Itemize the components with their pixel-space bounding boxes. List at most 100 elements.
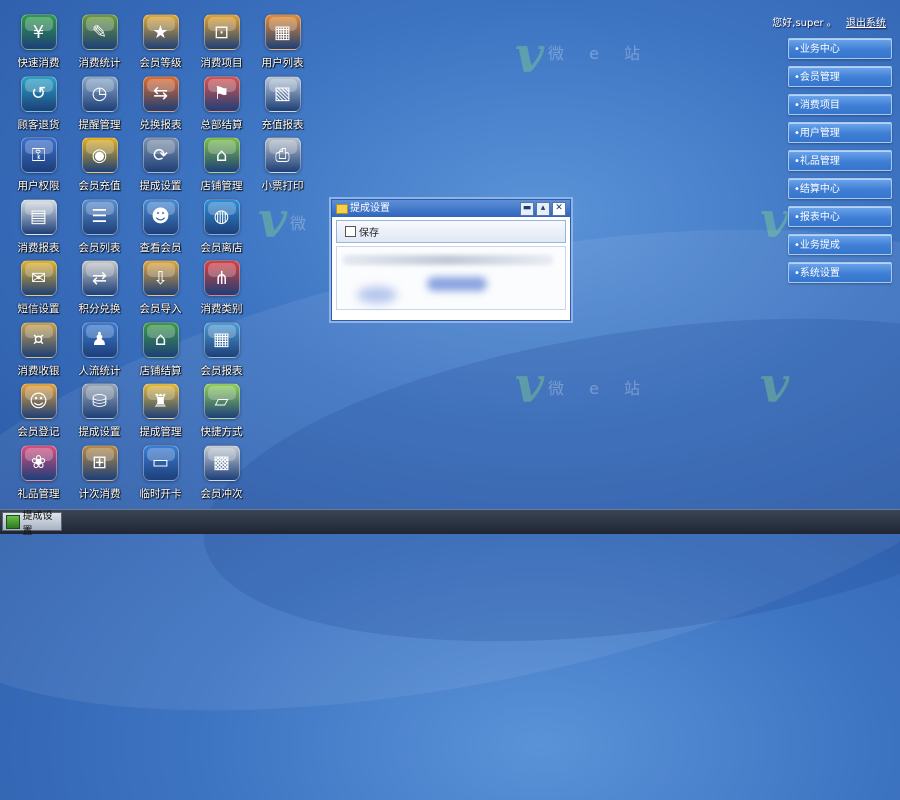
desktop-shortcut[interactable]: ☻ 查看会员 [130, 198, 191, 261]
desktop-shortcut[interactable]: ⚑ 总部结算 [191, 75, 252, 138]
desktop-shortcut[interactable]: ▦ 用户列表 [252, 14, 313, 76]
desktop-shortcut[interactable]: ☺ 会员登记 [8, 383, 69, 445]
save-button[interactable]: 保存 [337, 224, 379, 239]
desktop-shortcut[interactable]: ⟳ 提成设置 [130, 137, 191, 199]
desktop-shortcut[interactable]: ⚿ 用户权限 [8, 137, 69, 199]
desktop-shortcut[interactable]: ▭ 临时开卡 [130, 444, 191, 507]
desktop-shortcut[interactable]: ⎙ 小票打印 [252, 137, 313, 199]
desktop-shortcut[interactable]: ◍ 会员离店 [191, 198, 252, 261]
user-bar: 您好,super 。 退出系统 [772, 14, 886, 29]
dialog-content [336, 246, 566, 310]
user-commission-icon: ♜ [142, 383, 179, 419]
database-refresh-icon: ⟳ [142, 137, 179, 173]
menu-button[interactable]: •报表中心 [788, 206, 892, 227]
desktop-shortcut-label: 提成管理 [139, 426, 182, 438]
minimize-button[interactable]: ▬ [520, 202, 534, 216]
cash-register-icon: ¥ [20, 14, 57, 50]
desktop-shortcut-label: 会员导入 [139, 303, 182, 315]
desktop-shortcut-label: 用户权限 [17, 180, 60, 192]
close-button[interactable]: ✕ [552, 202, 566, 216]
desktop-shortcut[interactable]: ⊞ 计次消费 [69, 444, 130, 507]
member-level-icon: ★ [142, 14, 179, 50]
printer-icon: ⎙ [264, 137, 301, 173]
view-member-icon: ☻ [142, 198, 179, 235]
desktop-shortcut[interactable]: ⇆ 兑换报表 [130, 75, 191, 138]
desktop-shortcut[interactable]: ▦ 会员报表 [191, 321, 252, 384]
watermark-logo: v [760, 355, 790, 414]
desktop-shortcut-label: 消费报表 [17, 241, 60, 254]
desktop-shortcut-label: 会员等级 [139, 57, 182, 69]
count-consume-icon: ⊞ [81, 444, 118, 481]
menu-button[interactable]: •结算中心 [788, 178, 892, 199]
folder-shortcut-icon: ▱ [203, 383, 240, 419]
desktop-shortcut-label: 会员充值 [78, 180, 121, 192]
desktop-shortcut-label: 快速消费 [17, 57, 60, 69]
watermark-logo: v [515, 355, 545, 414]
watermark-logo: v [760, 190, 790, 249]
desktop-shortcut[interactable]: ◷ 提醒管理 [69, 75, 130, 138]
menu-button[interactable]: •业务中心 [788, 38, 892, 59]
desktop-shortcut[interactable]: ◉ 会员充值 [69, 137, 130, 199]
obscured-content [343, 255, 553, 265]
desktop-shortcut[interactable]: ▱ 快捷方式 [191, 383, 252, 445]
folder-icon [336, 204, 348, 214]
desktop-shortcut[interactable]: ⛁ 提成设置 [69, 383, 130, 445]
save-icon [345, 226, 356, 237]
menu-button[interactable]: •消费项目 [788, 94, 892, 115]
user-lock-icon: ⚿ [20, 137, 57, 173]
desktop-shortcut[interactable]: ⇄ 积分兑换 [69, 260, 130, 322]
window-icon [6, 514, 20, 529]
desktop-shortcut[interactable]: ♜ 提成管理 [130, 383, 191, 445]
desktop-shortcut[interactable]: ☰ 会员列表 [69, 198, 130, 261]
cashier-icon: ¤ [20, 321, 57, 358]
recharge-report-icon: ▧ [264, 75, 301, 112]
desktop-shortcut[interactable]: ¥ 快速消费 [8, 14, 69, 76]
desktop-shortcut-label: 计次消费 [78, 487, 121, 500]
menu-button[interactable]: •用户管理 [788, 122, 892, 143]
desktop-shortcut[interactable]: ⌂ 店铺结算 [130, 321, 191, 384]
desktop-shortcut-label: 提成设置 [78, 426, 121, 438]
desktop-shortcut-label: 提醒管理 [78, 118, 121, 131]
desktop-shortcut-label: 用户列表 [261, 57, 304, 69]
menu-button[interactable]: •会员管理 [788, 66, 892, 87]
restore-button[interactable]: ▴ [536, 202, 550, 216]
desktop-shortcut[interactable]: ★ 会员等级 [130, 14, 191, 76]
desktop-shortcut[interactable]: ✎ 消费统计 [69, 14, 130, 76]
desktop-shortcut[interactable]: ⋔ 消费类别 [191, 260, 252, 322]
menu-button[interactable]: •礼品管理 [788, 150, 892, 171]
desktop-shortcut[interactable]: ✉ 短信设置 [8, 260, 69, 322]
people-group-icon: ♟ [81, 321, 118, 358]
network-tree-icon: ⋔ [203, 260, 240, 296]
shop-settle-icon: ⌂ [142, 321, 179, 358]
desktop-shortcut[interactable]: ⌂ 店铺管理 [191, 137, 252, 199]
dialog-titlebar[interactable]: 提成设置 ▬ ▴ ✕ [332, 200, 570, 217]
member-list-icon: ☰ [81, 198, 118, 235]
dialog-title: 提成设置 [350, 203, 390, 214]
desktop-shortcut-label: 会员离店 [200, 241, 243, 254]
report-chart-icon: ▤ [20, 198, 57, 235]
obscured-content [427, 277, 487, 291]
desktop-shortcut[interactable]: ▩ 会员冲次 [191, 444, 252, 507]
desktop-shortcut-label: 消费统计 [78, 57, 121, 69]
desktop-shortcut-label: 积分兑换 [78, 303, 121, 315]
desktop-shortcut-label: 会员登记 [17, 426, 60, 438]
desktop-shortcut[interactable]: ▧ 充值报表 [252, 75, 313, 138]
taskbar-item-commission-settings[interactable]: 提成设置 [2, 511, 62, 537]
desktop-shortcut[interactable]: ⇩ 会员导入 [130, 260, 191, 322]
desktop-shortcut[interactable]: ♟ 人流统计 [69, 321, 130, 384]
menu-button[interactable]: •业务提成 [788, 234, 892, 255]
desktop-shortcut-label: 短信设置 [17, 303, 60, 315]
desktop-shortcut[interactable]: ↺ 顾客退货 [8, 75, 69, 138]
desktop-shortcut-label: 查看会员 [139, 241, 182, 254]
watermark-text: 微 e 站 [548, 379, 651, 398]
desktop-shortcut-label: 总部结算 [200, 118, 243, 131]
desktop-shortcut[interactable]: ¤ 消费收银 [8, 321, 69, 384]
taskbar: 提成设置 [0, 509, 900, 537]
desktop-shortcut[interactable]: ▤ 消费报表 [8, 198, 69, 261]
logout-link[interactable]: 退出系统 [846, 18, 886, 29]
desktop-shortcut-label: 消费类别 [200, 303, 243, 315]
desktop-shortcut-label: 会员冲次 [200, 487, 243, 500]
menu-button[interactable]: •系统设置 [788, 262, 892, 283]
desktop-shortcut[interactable]: ❀ 礼品管理 [8, 444, 69, 507]
desktop-shortcut[interactable]: ⊡ 消费项目 [191, 14, 252, 76]
